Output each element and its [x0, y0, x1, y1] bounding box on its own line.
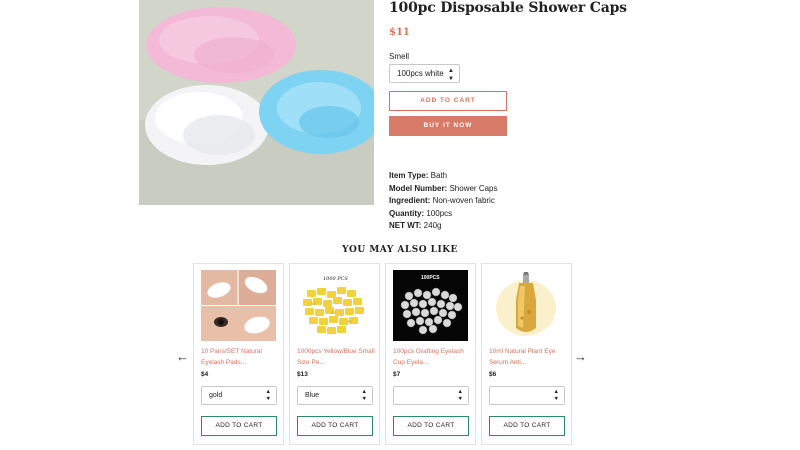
- product-card: 10ml Natural Plant Eye Serum Anti... $6 …: [481, 263, 572, 445]
- add-to-cart-button[interactable]: ADD TO CART: [489, 416, 565, 436]
- add-to-cart-button[interactable]: ADD TO CART: [393, 416, 469, 436]
- spec-item-type: Item Type: Bath: [389, 171, 448, 180]
- carousel-next-arrow-icon[interactable]: →: [574, 349, 587, 364]
- product-card: 10 Pairs/SET Natural Eyelash Pads... $4 …: [193, 263, 284, 445]
- product-card-title[interactable]: 100pcs Grafting Eyelash Cup Eyela...: [393, 346, 473, 368]
- eye-serum-photo: [489, 270, 564, 341]
- select-arrows-icon: ▲ ▼: [448, 68, 454, 82]
- product-card: 1000 PCS 1000pcs Yellow/Blue Small Size …: [289, 263, 380, 445]
- product-price: $11: [389, 27, 410, 38]
- spec-net-wt: NET WT: 240g: [389, 221, 442, 231]
- image-caption: 100PCS: [421, 275, 440, 281]
- select-arrows-icon: ▲ ▼: [265, 389, 271, 402]
- product-card-image[interactable]: [489, 270, 564, 341]
- shower-caps-photo: [139, 0, 374, 205]
- spec-model-number: Model Number: Shower Caps: [389, 183, 498, 193]
- select-arrows-icon: ▲ ▼: [553, 389, 559, 402]
- product-card-price: $7: [393, 371, 401, 378]
- variant-select-value: 100pcs white: [397, 69, 444, 78]
- product-card-select[interactable]: Blue ▲ ▼: [297, 386, 373, 405]
- select-arrows-icon: ▲ ▼: [361, 389, 367, 402]
- product-card-select-value: gold: [209, 392, 223, 399]
- variant-select[interactable]: 100pcs white ▲ ▼: [389, 64, 460, 83]
- product-card-image[interactable]: 1000 PCS: [297, 270, 372, 341]
- select-arrows-icon: ▲ ▼: [457, 389, 463, 402]
- product-card-select[interactable]: gold ▲ ▼: [201, 386, 277, 405]
- eyelash-cups-photo: 100PCS: [393, 270, 468, 341]
- product-card-image[interactable]: [201, 270, 276, 341]
- product-card-select-value: Blue: [305, 392, 320, 399]
- product-image[interactable]: [139, 0, 374, 205]
- product-card-title[interactable]: 10ml Natural Plant Eye Serum Anti...: [489, 346, 569, 368]
- product-card-select[interactable]: ▲ ▼: [489, 386, 565, 405]
- product-card-title[interactable]: 10 Pairs/SET Natural Eyelash Pads...: [201, 346, 281, 368]
- product-card-price: $13: [297, 371, 308, 378]
- product-title: 100pc Disposable Shower Caps: [389, 0, 627, 16]
- spec-ingredient: Ingredient: Non-woven fabric: [389, 196, 495, 206]
- buy-it-now-button[interactable]: BUY IT NOW: [389, 116, 507, 136]
- product-card-price: $4: [201, 371, 209, 378]
- image-caption: 1000 PCS: [323, 276, 349, 282]
- product-card-select[interactable]: ▲ ▼: [393, 386, 469, 405]
- option-label: Smell: [389, 52, 410, 61]
- spec-quantity: Quantity: 100pcs: [389, 208, 453, 218]
- product-card-title[interactable]: 1000pcs Yellow/Blue Small Size Pe...: [297, 346, 377, 368]
- add-to-cart-button[interactable]: ADD TO CART: [297, 416, 373, 436]
- add-to-cart-button[interactable]: ADD TO CART: [389, 91, 507, 111]
- recommendations-heading: YOU MAY ALSO LIKE: [342, 245, 458, 255]
- add-to-cart-button[interactable]: ADD TO CART: [201, 416, 277, 436]
- product-card-image[interactable]: 100PCS: [393, 270, 468, 341]
- product-specs: Item Type: Bath Model Number: Shower Cap…: [389, 170, 498, 233]
- product-card-price: $6: [489, 371, 497, 378]
- yellow-pads-photo: 1000 PCS: [297, 270, 372, 341]
- eyelash-pads-photo: [201, 270, 276, 341]
- carousel-prev-arrow-icon[interactable]: ←: [176, 349, 189, 364]
- product-card: 100PCS 100pcs Grafting Eyelash Cup Eyela…: [385, 263, 476, 445]
